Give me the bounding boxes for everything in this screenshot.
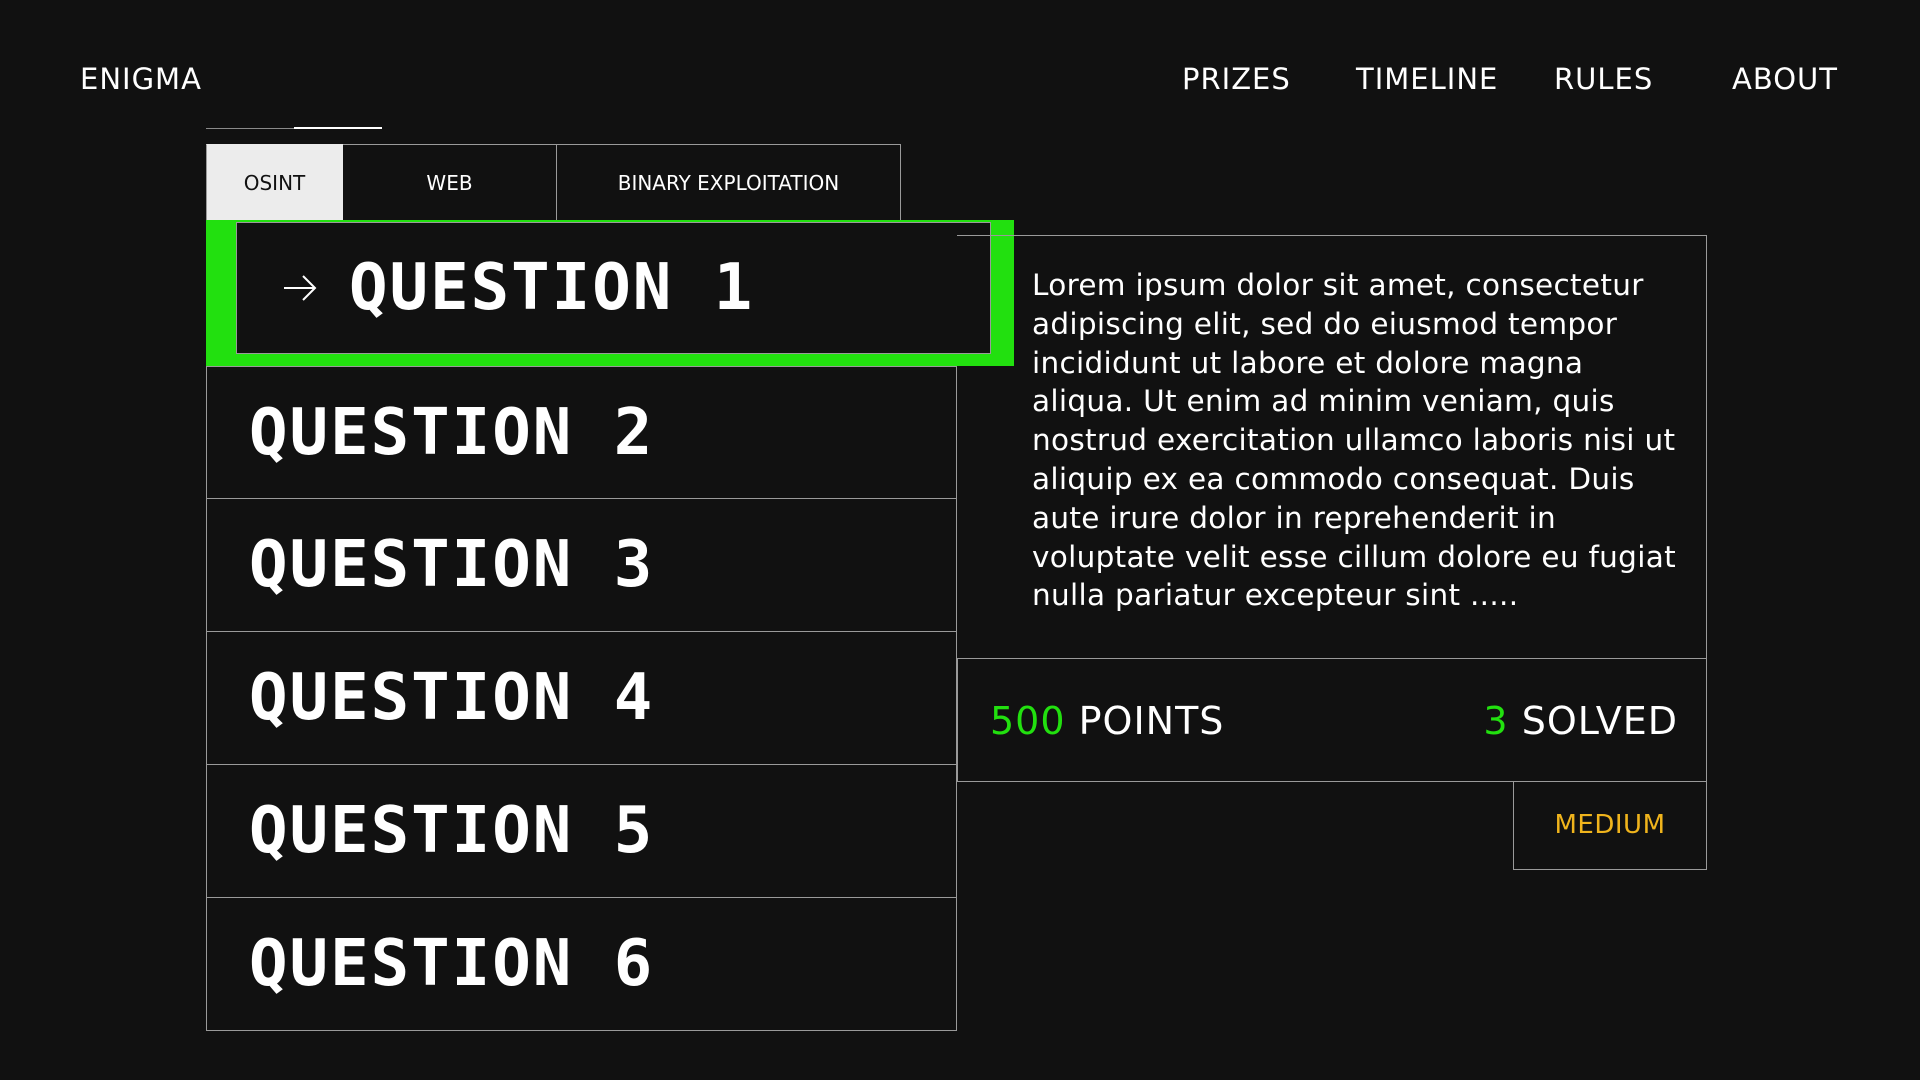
- question-item[interactable]: QUESTION 6: [206, 898, 957, 1031]
- question-description: Lorem ipsum dolor sit amet, consectetur …: [1032, 268, 1676, 613]
- solved-value: 3: [1483, 699, 1509, 743]
- solved-display: 3 SOLVED: [1483, 699, 1678, 743]
- points-value: 500: [990, 699, 1066, 743]
- question-item-active[interactable]: QUESTION 1: [236, 222, 991, 354]
- question-item[interactable]: QUESTION 4: [206, 632, 957, 765]
- divider-line: [206, 128, 294, 129]
- points-label: POINTS: [1078, 699, 1225, 743]
- page: ENIGMA PRIZES TIMELINE RULES ABOUT OSINT…: [0, 0, 1920, 1080]
- category-tabs: OSINT WEB BINARY EXPLOITATION: [206, 144, 901, 221]
- tab-web[interactable]: WEB: [343, 144, 557, 221]
- nav-timeline[interactable]: TIMELINE: [1356, 60, 1498, 98]
- question-item[interactable]: QUESTION 2: [206, 366, 957, 499]
- question-stats: 500 POINTS 3 SOLVED: [957, 658, 1707, 782]
- question-list: QUESTION 2 QUESTION 3 QUESTION 4 QUESTIO…: [206, 366, 957, 1031]
- question-description-panel: Lorem ipsum dolor sit amet, consectetur …: [957, 235, 1707, 659]
- tab-binary-exploitation[interactable]: BINARY EXPLOITATION: [557, 144, 901, 221]
- difficulty-badge: MEDIUM: [1513, 781, 1707, 870]
- brand-logo[interactable]: ENIGMA: [80, 60, 202, 98]
- solved-label: SOLVED: [1521, 699, 1678, 743]
- tab-osint[interactable]: OSINT: [206, 144, 343, 221]
- points-display: 500 POINTS: [990, 699, 1224, 743]
- nav-about[interactable]: ABOUT: [1732, 60, 1838, 98]
- question-item[interactable]: QUESTION 3: [206, 499, 957, 632]
- arrow-right-icon: [281, 269, 319, 307]
- nav-rules[interactable]: RULES: [1554, 60, 1653, 98]
- divider-highlight: [294, 127, 382, 129]
- nav-prizes[interactable]: PRIZES: [1182, 60, 1291, 98]
- active-question-highlight: QUESTION 1: [206, 220, 1014, 366]
- question-item[interactable]: QUESTION 5: [206, 765, 957, 898]
- question-label: QUESTION 1: [349, 251, 755, 325]
